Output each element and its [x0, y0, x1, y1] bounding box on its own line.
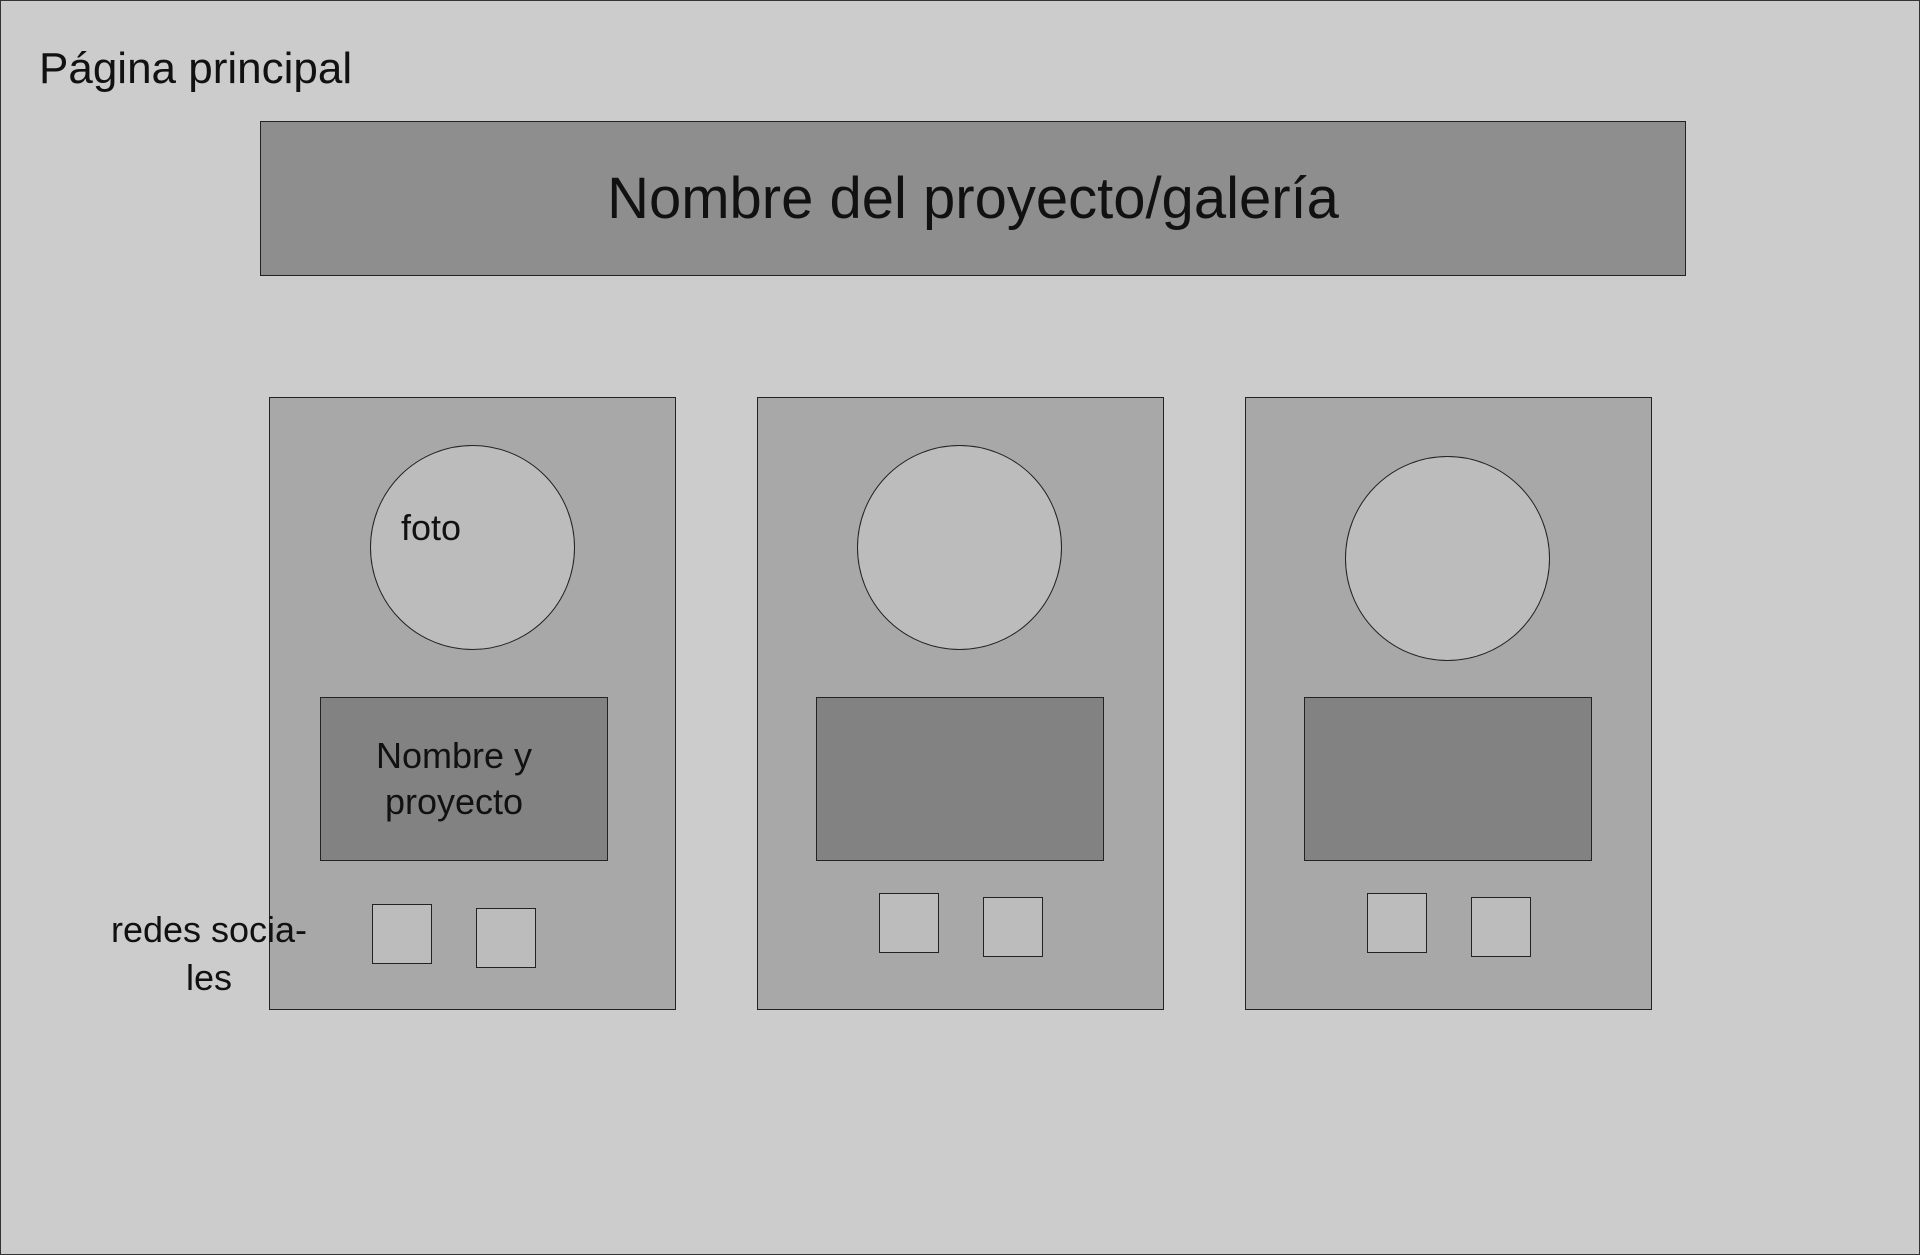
profile-card-2 [757, 397, 1164, 1010]
social-link-2[interactable] [476, 908, 536, 968]
header-banner: Nombre del proyecto/galería [260, 121, 1686, 276]
social-link-2[interactable] [1471, 897, 1531, 957]
photo-placeholder [1345, 456, 1550, 661]
project-title: Nombre del proyecto/galería [607, 165, 1339, 231]
social-link-1[interactable] [372, 904, 432, 964]
profile-card-1: foto Nombre y proyecto [269, 397, 676, 1010]
social-link-2[interactable] [983, 897, 1043, 957]
social-link-1[interactable] [879, 893, 939, 953]
name-project-label: Nombre y proyecto [375, 735, 533, 822]
social-networks-label: redes socia- les [110, 909, 308, 998]
photo-placeholder [857, 445, 1062, 650]
social-link-1[interactable] [1367, 893, 1427, 953]
name-project-box: Nombre y proyecto [320, 697, 608, 861]
page-label: Página principal [39, 44, 353, 93]
photo-placeholder: foto [370, 445, 575, 650]
name-project-box [816, 697, 1104, 861]
name-project-box [1304, 697, 1592, 861]
profile-card-3 [1245, 397, 1652, 1010]
wireframe-canvas: Página principal Nombre del proyecto/gal… [0, 0, 1920, 1255]
photo-label: foto [401, 507, 462, 548]
